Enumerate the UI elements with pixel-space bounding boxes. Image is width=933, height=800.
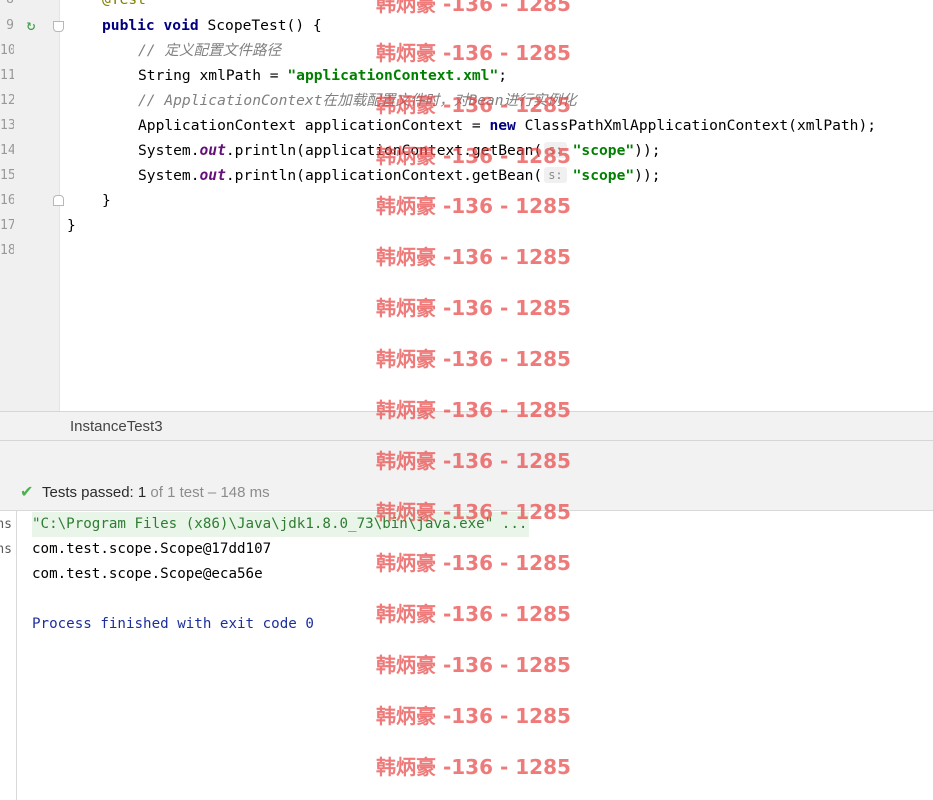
status-suffix: of 1 test – 148 ms bbox=[146, 484, 270, 501]
code-line: System.out.println(applicationContext.ge… bbox=[138, 138, 661, 163]
console-exit-line: Process finished with exit code 0 bbox=[32, 616, 314, 632]
static-field: out bbox=[199, 142, 226, 159]
code-text: ; bbox=[498, 67, 508, 84]
console-output[interactable]: "C:\Program Files (x86)\Java\jdk1.8.0_73… bbox=[17, 511, 933, 800]
parameter-hint: s: bbox=[544, 167, 567, 183]
code-line: } bbox=[102, 188, 111, 213]
method-signature: ScopeTest() { bbox=[198, 17, 322, 34]
code-line: // ApplicationContext在加载配置文件时，对Bean进行实例化 bbox=[138, 88, 577, 113]
code-text: String xmlPath = bbox=[138, 67, 288, 84]
line-number: 11 bbox=[0, 68, 14, 83]
closing-brace: } bbox=[67, 217, 76, 234]
code-line: System.out.println(applicationContext.ge… bbox=[138, 163, 661, 188]
keyword: void bbox=[163, 17, 199, 34]
test-status-bar: ✔ Tests passed: 1 of 1 test – 148 ms bbox=[0, 475, 933, 511]
test-tree-item[interactable]: ns bbox=[0, 512, 12, 537]
line-number: 15 bbox=[0, 168, 14, 183]
code-line: @Test bbox=[102, 0, 146, 12]
line-number: 16 bbox=[0, 193, 14, 208]
line-number: 14 bbox=[0, 143, 14, 158]
parameter-hint: s: bbox=[544, 142, 567, 158]
tab-instancetest3[interactable]: InstanceTest3 bbox=[70, 412, 163, 442]
code-editor[interactable]: 8 9 10 11 12 13 14 15 16 17 18 ↻ @Test p… bbox=[0, 0, 933, 411]
code-text: ClassPathXmlApplicationContext(xmlPath); bbox=[515, 117, 877, 134]
test-tree-pane[interactable]: ns ns bbox=[0, 511, 17, 800]
string-literal: "scope" bbox=[572, 142, 635, 159]
string-literal: "applicationContext.xml" bbox=[287, 67, 499, 84]
console-output-line: com.test.scope.Scope@eca56e bbox=[32, 566, 263, 582]
editor-gutter: 8 9 10 11 12 13 14 15 16 17 18 ↻ bbox=[0, 0, 64, 411]
status-prefix: Tests passed: bbox=[42, 484, 138, 501]
run-tab-bar: InstanceTest3 bbox=[0, 411, 933, 441]
string-literal: "scope" bbox=[572, 167, 635, 184]
console-command-line[interactable]: "C:\Program Files (x86)\Java\jdk1.8.0_73… bbox=[32, 512, 530, 537]
test-tree-item[interactable]: ns bbox=[0, 537, 12, 562]
closing-brace: } bbox=[102, 192, 111, 209]
line-number: 17 bbox=[0, 218, 14, 233]
code-line: } bbox=[67, 213, 76, 238]
line-number: 13 bbox=[0, 118, 14, 133]
code-text: System. bbox=[138, 142, 200, 159]
check-icon: ✔ bbox=[20, 482, 34, 501]
line-number: 10 bbox=[0, 43, 14, 58]
fold-marker-icon[interactable] bbox=[53, 195, 64, 206]
code-text: .println(applicationContext.getBean( bbox=[225, 142, 543, 159]
comment: // ApplicationContext在加载配置文件时，对Bean进行实例化 bbox=[138, 92, 577, 109]
keyword: public bbox=[102, 17, 155, 34]
code-line: String xmlPath = "applicationContext.xml… bbox=[138, 63, 507, 88]
code-text: ApplicationContext applicationContext = bbox=[138, 117, 490, 134]
line-number: 18 bbox=[0, 243, 14, 258]
run-toolbar bbox=[0, 441, 933, 475]
line-number: 8 bbox=[0, 0, 14, 12]
line-number: 12 bbox=[0, 93, 14, 108]
code-line: ApplicationContext applicationContext = … bbox=[138, 113, 876, 138]
static-field: out bbox=[199, 167, 226, 184]
console-output-line: com.test.scope.Scope@17dd107 bbox=[32, 541, 272, 557]
test-status-text: Tests passed: 1 of 1 test – 148 ms bbox=[42, 475, 270, 511]
annotation: @Test bbox=[102, 0, 146, 8]
code-text: )); bbox=[634, 167, 661, 184]
code-text: )); bbox=[634, 142, 661, 159]
code-line: public void ScopeTest() { bbox=[102, 13, 322, 38]
keyword: new bbox=[489, 117, 516, 134]
code-text: System. bbox=[138, 167, 200, 184]
line-number: 9 bbox=[6, 18, 14, 33]
comment: // 定义配置文件路径 bbox=[138, 42, 282, 59]
code-line: // 定义配置文件路径 bbox=[138, 38, 281, 63]
code-text: .println(applicationContext.getBean( bbox=[225, 167, 543, 184]
run-test-icon[interactable]: ↻ bbox=[22, 16, 40, 34]
fold-marker-icon[interactable] bbox=[53, 21, 64, 32]
status-passed-count: 1 bbox=[137, 484, 147, 501]
